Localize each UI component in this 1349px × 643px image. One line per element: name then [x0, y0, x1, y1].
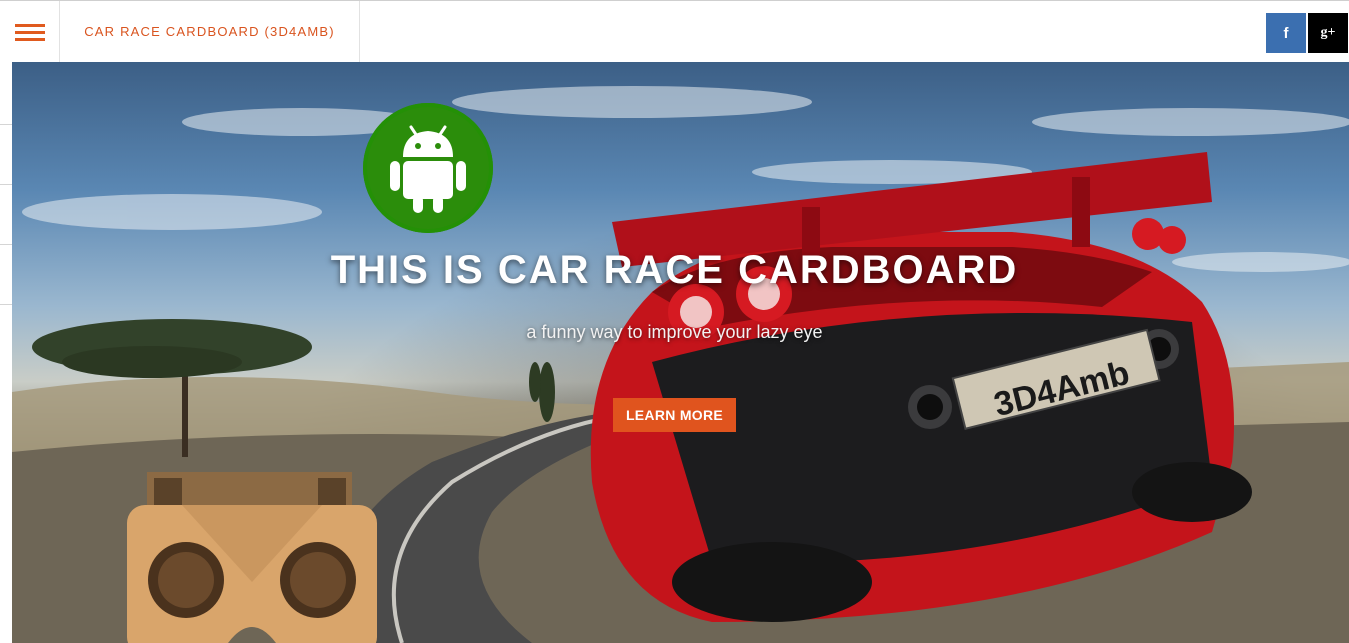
- hamburger-menu-icon: [15, 24, 45, 27]
- cardboard-vr-viewer-icon: [127, 472, 377, 643]
- side-menu-divider: [0, 184, 12, 185]
- top-navigation-bar: CAR RACE CARDBOARD (3D4AMB) f g+: [0, 0, 1349, 62]
- side-menu-divider: [0, 304, 12, 305]
- hamburger-menu-icon: [15, 31, 45, 34]
- site-title-link[interactable]: CAR RACE CARDBOARD (3D4AMB): [60, 1, 360, 62]
- android-badge: [363, 103, 493, 233]
- googleplus-share-button[interactable]: g+: [1308, 13, 1348, 53]
- learn-more-button[interactable]: LEARN MORE: [613, 398, 736, 432]
- facebook-icon: f: [1283, 24, 1289, 42]
- red-sports-car: [590, 152, 1252, 622]
- hero-background-illustration: [12, 86, 1349, 643]
- hamburger-menu-icon: [15, 38, 45, 41]
- hero-subtitle: a funny way to improve your lazy eye: [526, 322, 823, 342]
- android-icon: [390, 125, 466, 213]
- cypress-tree: [529, 362, 541, 402]
- googleplus-icon: g+: [1320, 25, 1336, 40]
- side-menu-edge: [0, 62, 12, 643]
- cypress-tree: [539, 362, 555, 422]
- hero-title: THIS IS CAR RACE CARDBOARD: [330, 248, 1019, 292]
- side-menu-divider: [0, 124, 12, 125]
- facebook-share-button[interactable]: f: [1266, 13, 1306, 53]
- side-menu-divider: [0, 244, 12, 245]
- hero-banner: THIS IS CAR RACE CARDBOARD a funny way t…: [12, 62, 1349, 643]
- hamburger-menu-button[interactable]: [0, 1, 60, 62]
